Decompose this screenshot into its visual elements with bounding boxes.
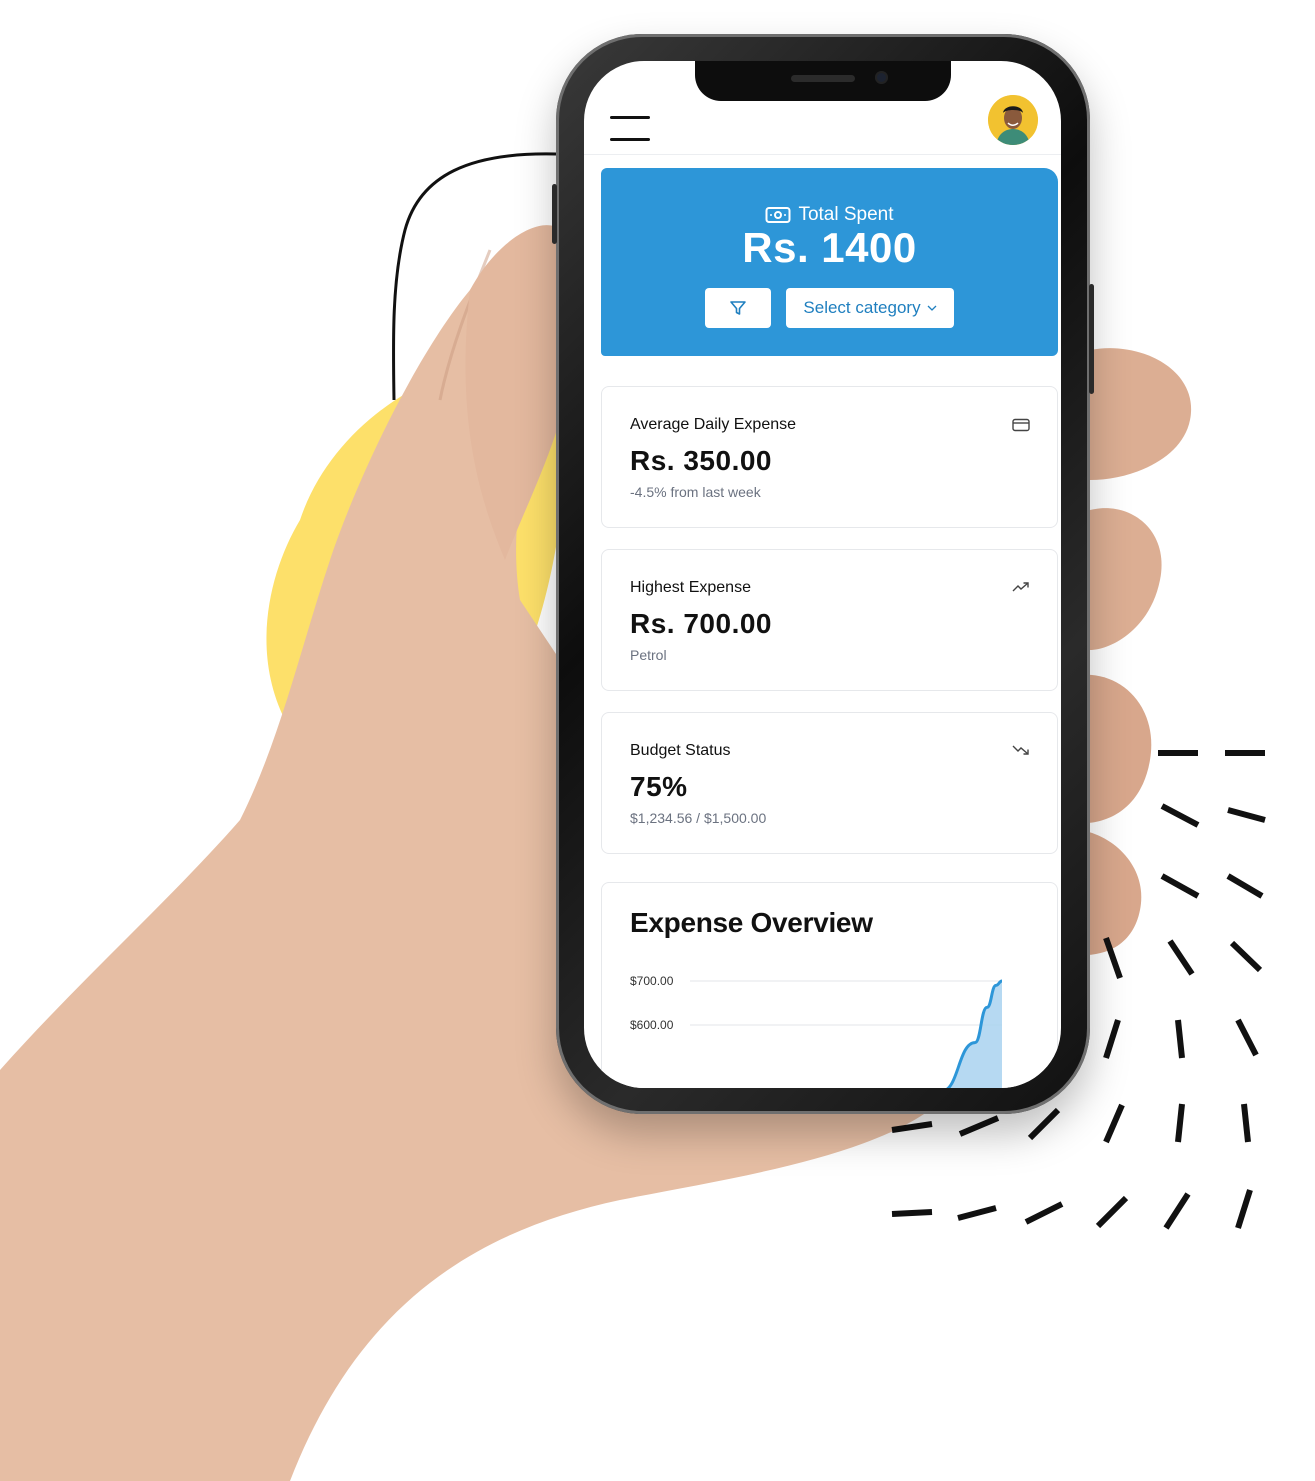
total-spent-amount: Rs. 1400 (742, 224, 917, 271)
total-spent-panel: Total Spent Rs. 1400 Select category (601, 168, 1058, 356)
card-subtext: Petrol (630, 647, 667, 663)
expense-chart: $700.00 $600.00 (630, 974, 1003, 1088)
area-fill (948, 981, 1002, 1088)
chevron-down-icon (927, 305, 937, 311)
phone-device: Total Spent Rs. 1400 Select category Ave… (552, 34, 1094, 1114)
category-select-label: Select category (803, 298, 921, 317)
card-value: Rs. 700.00 (630, 608, 772, 639)
y-tick-label: $600.00 (630, 1018, 674, 1032)
card-subtext: $1,234.56 / $1,500.00 (630, 810, 767, 826)
cash-icon (765, 207, 791, 223)
hamburger-menu-icon[interactable] (610, 116, 650, 144)
phone-notch (695, 61, 951, 101)
budget-status-card[interactable]: Budget Status 75% $1,234.56 / $1,500.00 (601, 712, 1058, 854)
card-value: Rs. 350.00 (630, 445, 772, 476)
overview-title: Expense Overview (630, 907, 873, 938)
header-divider (584, 154, 1061, 155)
total-spent-label: Total Spent (798, 204, 894, 225)
card-title: Highest Expense (630, 579, 751, 596)
card-value: 75% (630, 771, 688, 802)
card-title: Budget Status (630, 742, 731, 759)
expense-overview-card: Expense Overview $700.00 $600.00 (601, 882, 1058, 1088)
user-avatar[interactable] (988, 95, 1038, 145)
trending-down-icon (1012, 745, 1029, 755)
filter-button[interactable] (705, 288, 771, 328)
category-select[interactable]: Select category (786, 288, 954, 328)
average-daily-expense-card[interactable]: Average Daily Expense Rs. 350.00 -4.5% f… (601, 386, 1058, 528)
filter-funnel-icon (730, 301, 746, 315)
credit-card-icon (1012, 418, 1030, 432)
card-title: Average Daily Expense (630, 416, 797, 433)
card-subtext: -4.5% from last week (630, 484, 761, 500)
trending-up-icon (1012, 582, 1029, 592)
y-tick-label: $700.00 (630, 974, 674, 988)
highest-expense-card[interactable]: Highest Expense Rs. 700.00 Petrol (601, 549, 1058, 691)
app-screen: Total Spent Rs. 1400 Select category Ave… (584, 61, 1061, 1088)
